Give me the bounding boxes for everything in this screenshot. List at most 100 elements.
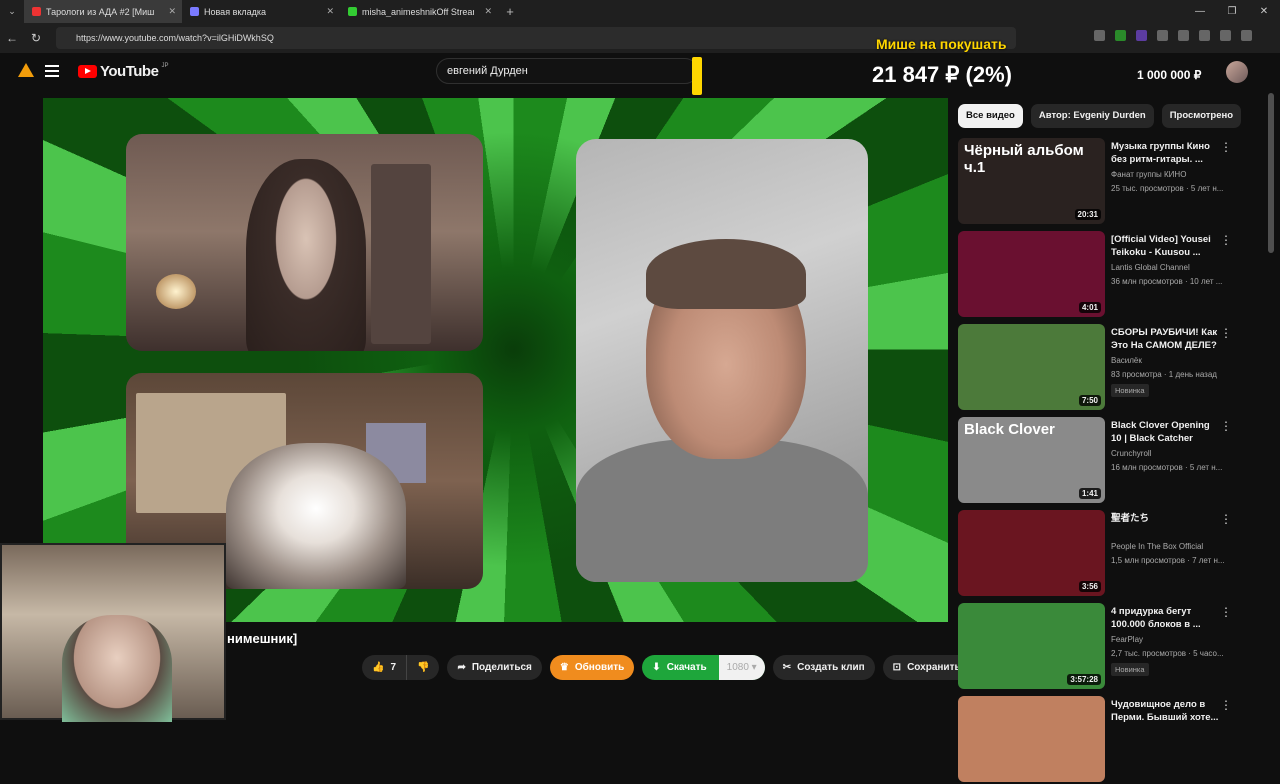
clip-label: Создать клип — [797, 662, 865, 673]
video-menu-icon[interactable]: ⋮ — [1220, 140, 1232, 154]
video-thumbnail[interactable]: 4:01 — [958, 231, 1105, 317]
video-menu-icon[interactable]: ⋮ — [1220, 605, 1232, 619]
upgrade-label: Обновить — [574, 662, 625, 673]
video-meta: 25 тыс. просмотров · 5 лет н... — [1111, 184, 1224, 193]
video-menu-icon[interactable]: ⋮ — [1220, 233, 1232, 247]
channel-name: Фанат группы КИНО — [1111, 170, 1187, 179]
dislike-button[interactable]: 👎 — [406, 655, 439, 680]
video-menu-icon[interactable]: ⋮ — [1220, 512, 1232, 526]
minimize-icon[interactable]: — — [1184, 0, 1216, 23]
extension-icon[interactable] — [1136, 30, 1147, 41]
avatar[interactable] — [1226, 61, 1248, 83]
video-title-fragment: нимешник] — [227, 631, 298, 646]
recommended-video[interactable]: Чёрный альбом ч.1 20:31 Музыка группы Кино… — [958, 138, 1258, 226]
video-duration: 7:50 — [1078, 395, 1101, 406]
streamer-webcam-overlay — [0, 543, 226, 722]
video-thumbnail[interactable] — [958, 696, 1105, 782]
recommended-video[interactable]: 7:50 СБОРЫ РАУБИЧИ! Как Это На САМОМ ДЕЛЕ… — [958, 324, 1258, 412]
video-thumbnail[interactable]: Чёрный альбом ч.1 20:31 — [958, 138, 1105, 224]
share-button[interactable]: ➦ Поделиться — [447, 655, 542, 680]
url-text: https://www.youtube.com/watch?v=ilGHiDWk… — [76, 33, 274, 43]
youtube-logo[interactable]: YouTube JP — [78, 63, 168, 80]
bookmark-icon: ⊡ — [892, 662, 902, 673]
recommended-video[interactable]: 3:57:28 4 придурка бегут 100.000 блоков в… — [958, 603, 1258, 691]
profile-icon[interactable] — [1241, 30, 1252, 41]
upgrade-button[interactable]: ♛ Обновить — [549, 655, 635, 680]
like-dislike-group: 👍 7 👎 — [362, 655, 440, 680]
url-field[interactable]: https://www.youtube.com/watch?v=ilGHiDWk… — [56, 27, 1016, 49]
video-title[interactable]: Black Clover Opening 10 | Black Catcher — [1111, 419, 1221, 445]
download-button[interactable]: ⬇ Скачать 1080 ▾ — [642, 655, 765, 680]
chip-watched[interactable]: Просмотрено — [1161, 104, 1242, 128]
video-menu-icon[interactable]: ⋮ — [1220, 698, 1232, 712]
video-title[interactable]: СБОРЫ РАУБИЧИ! Как Это На САМОМ ДЕЛЕ? — [1111, 326, 1221, 352]
recommended-video[interactable]: 3:56 聖者たち People In The Box Official 1,5 мл… — [958, 510, 1258, 598]
video-title[interactable]: Музыка группы Кино без ритм-гитары. ... — [1111, 140, 1221, 166]
video-thumbnail[interactable]: 3:56 — [958, 510, 1105, 596]
new-badge: Новинка — [1111, 663, 1149, 676]
create-clip-button[interactable]: ✂ Создать клип — [772, 655, 875, 680]
new-badge: Новинка — [1111, 384, 1149, 397]
recommended-video[interactable]: Black Clover 1:41 Black Clover Opening 10 … — [958, 417, 1258, 505]
browser-tab-2[interactable]: misha_animeshnikOff Stream - W ✕ — [340, 0, 498, 23]
extension-icon[interactable] — [1178, 30, 1189, 41]
search-input[interactable]: евгений Дурден — [436, 58, 698, 84]
extension-icon[interactable] — [1094, 30, 1105, 41]
menu-icon[interactable] — [45, 65, 59, 80]
like-count: 7 — [390, 662, 397, 673]
scrollbar[interactable] — [1268, 93, 1274, 253]
close-tab-icon[interactable]: ✕ — [484, 6, 492, 17]
video-meta: 2,7 тыс. просмотров · 5 часо... — [1111, 649, 1224, 658]
extension-icon[interactable] — [1199, 30, 1210, 41]
close-tab-icon[interactable]: ✕ — [326, 6, 334, 17]
close-window-icon[interactable]: ✕ — [1248, 0, 1280, 23]
scissors-icon: ✂ — [782, 662, 792, 673]
video-thumbnail[interactable]: 7:50 — [958, 324, 1105, 410]
like-button[interactable]: 👍 7 — [362, 655, 406, 680]
logo-text: YouTube — [100, 63, 159, 80]
reload-icon[interactable]: ↻ — [24, 31, 48, 45]
chip-all-videos[interactable]: Все видео — [958, 104, 1023, 128]
youtube-header: YouTube JP евгений Дурден — [0, 53, 1280, 93]
close-tab-icon[interactable]: ✕ — [168, 6, 176, 17]
download-icon: ⬇ — [652, 662, 661, 673]
video-title[interactable]: [Official Video] Yousei Teikoku - Kuusou… — [1111, 233, 1221, 259]
bookmarks-icon[interactable] — [1220, 30, 1231, 41]
recommended-video[interactable]: Чудовищное дело в Перми. Бывший хоте... ⋮ — [958, 696, 1258, 784]
browser-tab-title: Новая вкладка — [204, 6, 267, 17]
video-thumbnail[interactable]: Black Clover 1:41 — [958, 417, 1105, 503]
tab-list-icon[interactable]: ⌄ — [0, 6, 24, 17]
video-duration: 3:57:28 — [1067, 674, 1101, 685]
recommended-video[interactable]: 4:01 [Official Video] Yousei Teikoku - Ku… — [958, 231, 1258, 319]
back-icon[interactable]: ← — [0, 31, 24, 45]
quality-value: 1080 — [726, 662, 749, 673]
donation-amount: 21 847 ₽ (2%) — [872, 62, 1012, 87]
maximize-icon[interactable]: ❐ — [1216, 0, 1248, 23]
share-icon: ➦ — [457, 662, 466, 673]
video-meta: 1,5 млн просмотров · 7 лет н... — [1111, 556, 1225, 565]
channel-name: FearPlay — [1111, 635, 1144, 644]
thumbnail-caption: Чёрный альбом ч.1 — [964, 142, 1084, 176]
video-thumbnail[interactable]: 3:57:28 — [958, 603, 1105, 689]
video-menu-icon[interactable]: ⋮ — [1220, 419, 1232, 433]
browser-tab-1[interactable]: Новая вкладка ✕ — [182, 0, 340, 23]
video-menu-icon[interactable]: ⋮ — [1220, 326, 1232, 340]
webcam-feed-top-left — [126, 134, 483, 351]
channel-name: People In The Box Official — [1111, 542, 1204, 551]
browser-tab-0[interactable]: Тарологи из АДА #2 [Миш ✕ — [24, 0, 182, 23]
filter-chips: Все видео Автор: Evgeniy Durden Просмотр… — [958, 104, 1242, 128]
video-actions: 👍 7 👎 ➦ Поделиться ♛ Обновить ⬇ Скачать … — [362, 655, 1004, 680]
video-title[interactable]: Чудовищное дело в Перми. Бывший хоте... — [1111, 698, 1221, 724]
extension-icon[interactable] — [1157, 30, 1168, 41]
new-tab-icon[interactable]: + — [498, 4, 522, 19]
browser-tab-title: misha_animeshnikOff Stream - W — [362, 6, 474, 17]
channel-name: Василёк — [1111, 356, 1142, 365]
kick-favicon-icon — [348, 7, 357, 16]
chip-author[interactable]: Автор: Evgeniy Durden — [1030, 104, 1154, 128]
extension-icon[interactable] — [1115, 30, 1126, 41]
video-title[interactable]: 聖者たち — [1111, 512, 1221, 525]
video-title[interactable]: 4 придурка бегут 100.000 блоков в ... — [1111, 605, 1221, 631]
thumb-down-icon: 👎 — [417, 662, 430, 673]
webcam-feed-right — [576, 139, 868, 582]
quality-select[interactable]: 1080 ▾ — [718, 655, 765, 680]
